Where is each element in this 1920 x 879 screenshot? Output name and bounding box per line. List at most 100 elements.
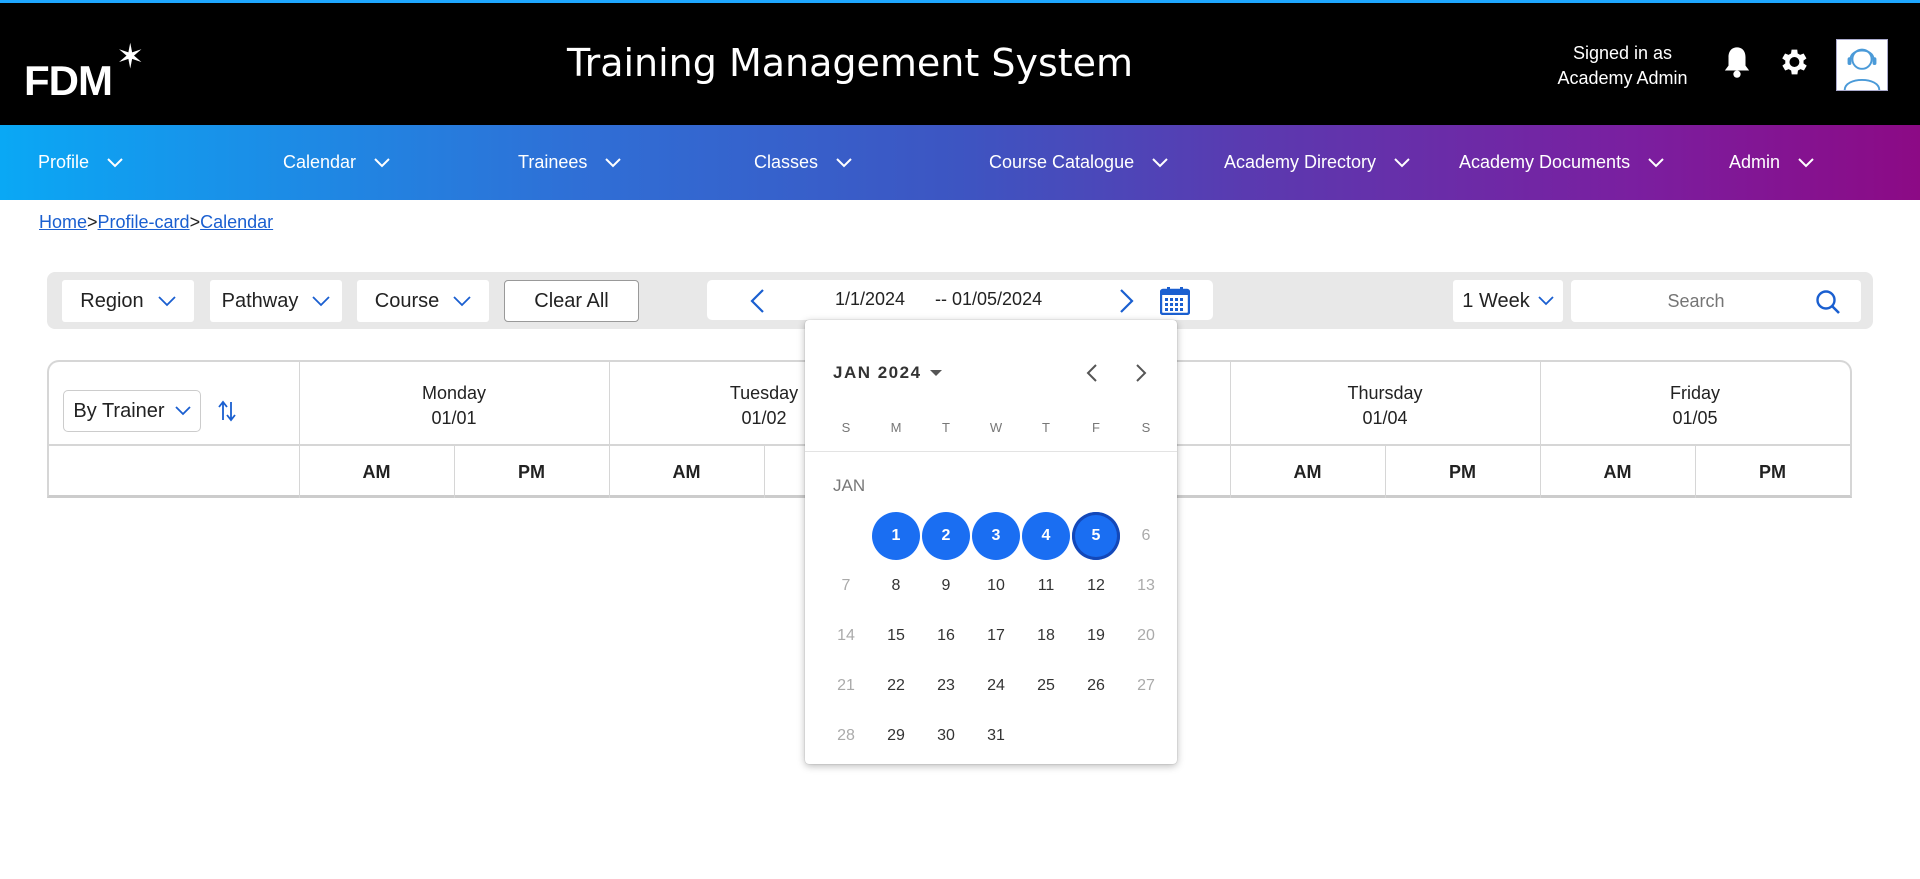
calendar-day[interactable]: 18 [1021, 611, 1071, 661]
calendar-day[interactable]: 8 [871, 561, 921, 611]
calendar-day[interactable]: 20 [1121, 611, 1171, 661]
calendar-day[interactable]: 25 [1021, 661, 1071, 711]
breadcrumb-home[interactable]: Home [39, 212, 87, 232]
picker-divider [805, 451, 1177, 452]
calendar-day[interactable]: 12 [1071, 561, 1121, 611]
clear-all-button[interactable]: Clear All [504, 280, 639, 322]
range-dropdown[interactable]: 1 Week [1453, 280, 1563, 322]
sort-icon[interactable] [217, 400, 237, 422]
calendar-day[interactable]: 7 [821, 561, 871, 611]
search-box [1571, 280, 1861, 322]
chevron-down-icon [312, 295, 330, 306]
date-separator: -- [935, 289, 947, 309]
app-header: FDM ✶ Training Management System Signed … [0, 3, 1920, 125]
selected-day[interactable]: 3 [972, 512, 1020, 560]
selected-day[interactable]: 1 [872, 512, 920, 560]
calendar-day[interactable]: 11 [1021, 561, 1071, 611]
gear-icon[interactable] [1776, 45, 1810, 79]
group-by-dropdown[interactable]: By Trainer [63, 390, 201, 432]
star-icon: ✶ [116, 38, 145, 76]
fdm-logo[interactable]: FDM ✶ [24, 37, 154, 104]
caret-down-icon [929, 370, 942, 376]
signed-in-role: Academy Admin [1557, 68, 1688, 88]
nav-item-classes[interactable]: Classes [754, 125, 852, 200]
calendar-day[interactable]: 26 [1071, 661, 1121, 711]
calendar-day[interactable]: 16 [921, 611, 971, 661]
weekday-header: S [1141, 420, 1151, 435]
chevron-down-icon [1648, 157, 1664, 167]
nav-item-course-catalogue[interactable]: Course Catalogue [989, 125, 1168, 200]
month-section-label: JAN [833, 476, 866, 495]
friday-am: AM [1603, 461, 1632, 482]
day-date: 01/01 [431, 408, 477, 428]
nav-item-profile[interactable]: Profile [38, 125, 123, 200]
chevron-down-icon [1394, 157, 1410, 167]
nav-item-academy-documents[interactable]: Academy Documents [1459, 125, 1664, 200]
course-label: Course [374, 289, 440, 312]
selected-day[interactable]: 5 [1072, 512, 1120, 560]
selected-day[interactable]: 2 [922, 512, 970, 560]
calendar-day[interactable]: 23 [921, 661, 971, 711]
day-name: Friday [1669, 383, 1720, 403]
selected-day[interactable]: 4 [1022, 512, 1070, 560]
calendar-day[interactable]: 19 [1071, 611, 1121, 661]
calendar-day[interactable]: 15 [871, 611, 921, 661]
date-end[interactable]: 01/05/2024 [952, 289, 1042, 310]
range-label: 1 Week [1462, 289, 1530, 312]
calendar-day[interactable]: 10 [971, 561, 1021, 611]
calendar-day[interactable]: 31 [971, 711, 1021, 761]
chevron-down-icon [374, 157, 390, 167]
calendar-day[interactable]: 6 [1121, 511, 1171, 561]
bell-icon[interactable] [1722, 45, 1752, 79]
pathway-dropdown[interactable]: Pathway [210, 280, 342, 322]
chevron-down-icon [1538, 296, 1554, 306]
day-header-friday: Friday 01/05 [1540, 362, 1850, 446]
breadcrumb-calendar[interactable]: Calendar [200, 212, 273, 232]
nav-label: Academy Directory [1224, 152, 1377, 172]
nav-label: Trainees [518, 152, 588, 172]
weekday-header: F [1092, 420, 1100, 435]
nav-label: Admin [1729, 152, 1781, 172]
chevron-right-icon[interactable] [1135, 362, 1149, 384]
calendar-day[interactable]: 24 [971, 661, 1021, 711]
chevron-left-icon[interactable] [749, 288, 765, 314]
calendar-day[interactable]: 14 [821, 611, 871, 661]
calendar-day[interactable]: 22 [871, 661, 921, 711]
calendar-day[interactable]: 17 [971, 611, 1021, 661]
month-year-selector[interactable]: JAN 2024 [833, 363, 942, 383]
nav-item-calendar[interactable]: Calendar [283, 125, 390, 200]
nav-item-trainees[interactable]: Trainees [518, 125, 622, 200]
calendar-day[interactable]: 30 [921, 711, 971, 761]
search-icon[interactable] [1815, 289, 1841, 315]
date-start[interactable]: 1/1/2024 [835, 289, 905, 310]
calendar-day[interactable]: 28 [821, 711, 871, 761]
calendar-day[interactable]: 29 [871, 711, 921, 761]
breadcrumb-profile-card[interactable]: Profile-card [98, 212, 190, 232]
calendar-day[interactable]: 13 [1121, 561, 1171, 611]
chevron-right-icon[interactable] [1119, 288, 1135, 314]
nav-item-academy-directory[interactable]: Academy Directory [1224, 125, 1410, 200]
day-date: 01/05 [1672, 408, 1718, 428]
nav-label: Academy Documents [1459, 152, 1631, 172]
day-header-thursday: Thursday 01/04 [1230, 362, 1540, 446]
weekday-header: S [841, 420, 851, 435]
avatar-icon[interactable] [1836, 39, 1888, 91]
day-header-monday: Monday 01/01 [299, 362, 609, 446]
group-by-label: By Trainer [73, 399, 165, 422]
month-year-label: JAN 2024 [833, 363, 922, 382]
nav-label: Course Catalogue [989, 152, 1135, 172]
nav-item-admin[interactable]: Admin [1729, 125, 1814, 200]
calendar-day[interactable]: 21 [821, 661, 871, 711]
calendar-day[interactable]: 27 [1121, 661, 1171, 711]
course-dropdown[interactable]: Course [357, 280, 489, 322]
thursday-am: AM [1293, 461, 1322, 482]
calendar-day[interactable]: 9 [921, 561, 971, 611]
chevron-left-icon[interactable] [1084, 362, 1098, 384]
region-dropdown[interactable]: Region [62, 280, 194, 322]
signed-in-status: Signed in as Academy Admin [1540, 41, 1705, 91]
region-label: Region [80, 289, 144, 312]
calendar-icon[interactable] [1160, 286, 1190, 315]
breadcrumb-separator: > [87, 212, 98, 232]
day-name: Thursday [1347, 383, 1423, 403]
search-input[interactable] [1571, 280, 1821, 322]
